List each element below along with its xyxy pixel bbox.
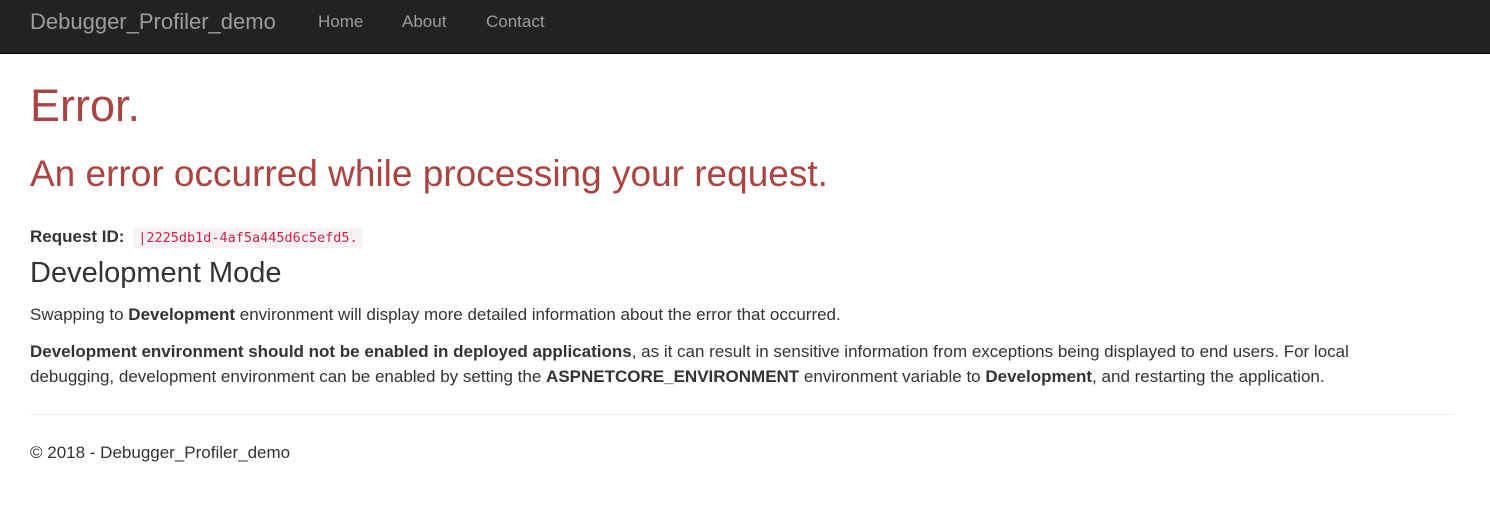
footer-divider bbox=[30, 414, 1455, 415]
p2-bold-env-var: ASPNETCORE_ENVIRONMENT bbox=[546, 367, 800, 386]
request-id-line: Request ID: |2225db1d-4af5a445d6c5efd5. bbox=[30, 225, 363, 250]
nav-about-link[interactable]: About bbox=[402, 12, 446, 32]
request-id-label: Request ID: bbox=[30, 227, 125, 246]
p1-bold-development: Development bbox=[128, 305, 236, 324]
p1-text-after: environment will display more detailed i… bbox=[235, 305, 841, 324]
p2-text-2: environment variable to bbox=[799, 367, 986, 386]
development-mode-paragraph-2: Development environment should not be en… bbox=[30, 339, 1430, 389]
p1-text-before: Swapping to bbox=[30, 305, 129, 324]
error-subtitle: An error occurred while processing your … bbox=[30, 153, 828, 194]
p2-bold-development: Development bbox=[985, 367, 1093, 386]
development-mode-paragraph-1: Swapping to Development environment will… bbox=[30, 302, 841, 327]
development-mode-heading: Development Mode bbox=[30, 257, 282, 289]
brand-link[interactable]: Debugger_Profiler_demo bbox=[30, 9, 276, 35]
p2-bold-warning: Development environment should not be en… bbox=[30, 342, 632, 361]
nav-contact-link[interactable]: Contact bbox=[486, 12, 545, 32]
top-navbar: Debugger_Profiler_demo Home About Contac… bbox=[0, 0, 1490, 54]
error-title: Error. bbox=[30, 80, 141, 131]
nav-home-link[interactable]: Home bbox=[318, 12, 363, 32]
request-id-value: |2225db1d-4af5a445d6c5efd5. bbox=[133, 228, 363, 248]
footer-text: © 2018 - Debugger_Profiler_demo bbox=[30, 443, 291, 462]
p2-text-3: , and restarting the application. bbox=[1092, 367, 1325, 386]
